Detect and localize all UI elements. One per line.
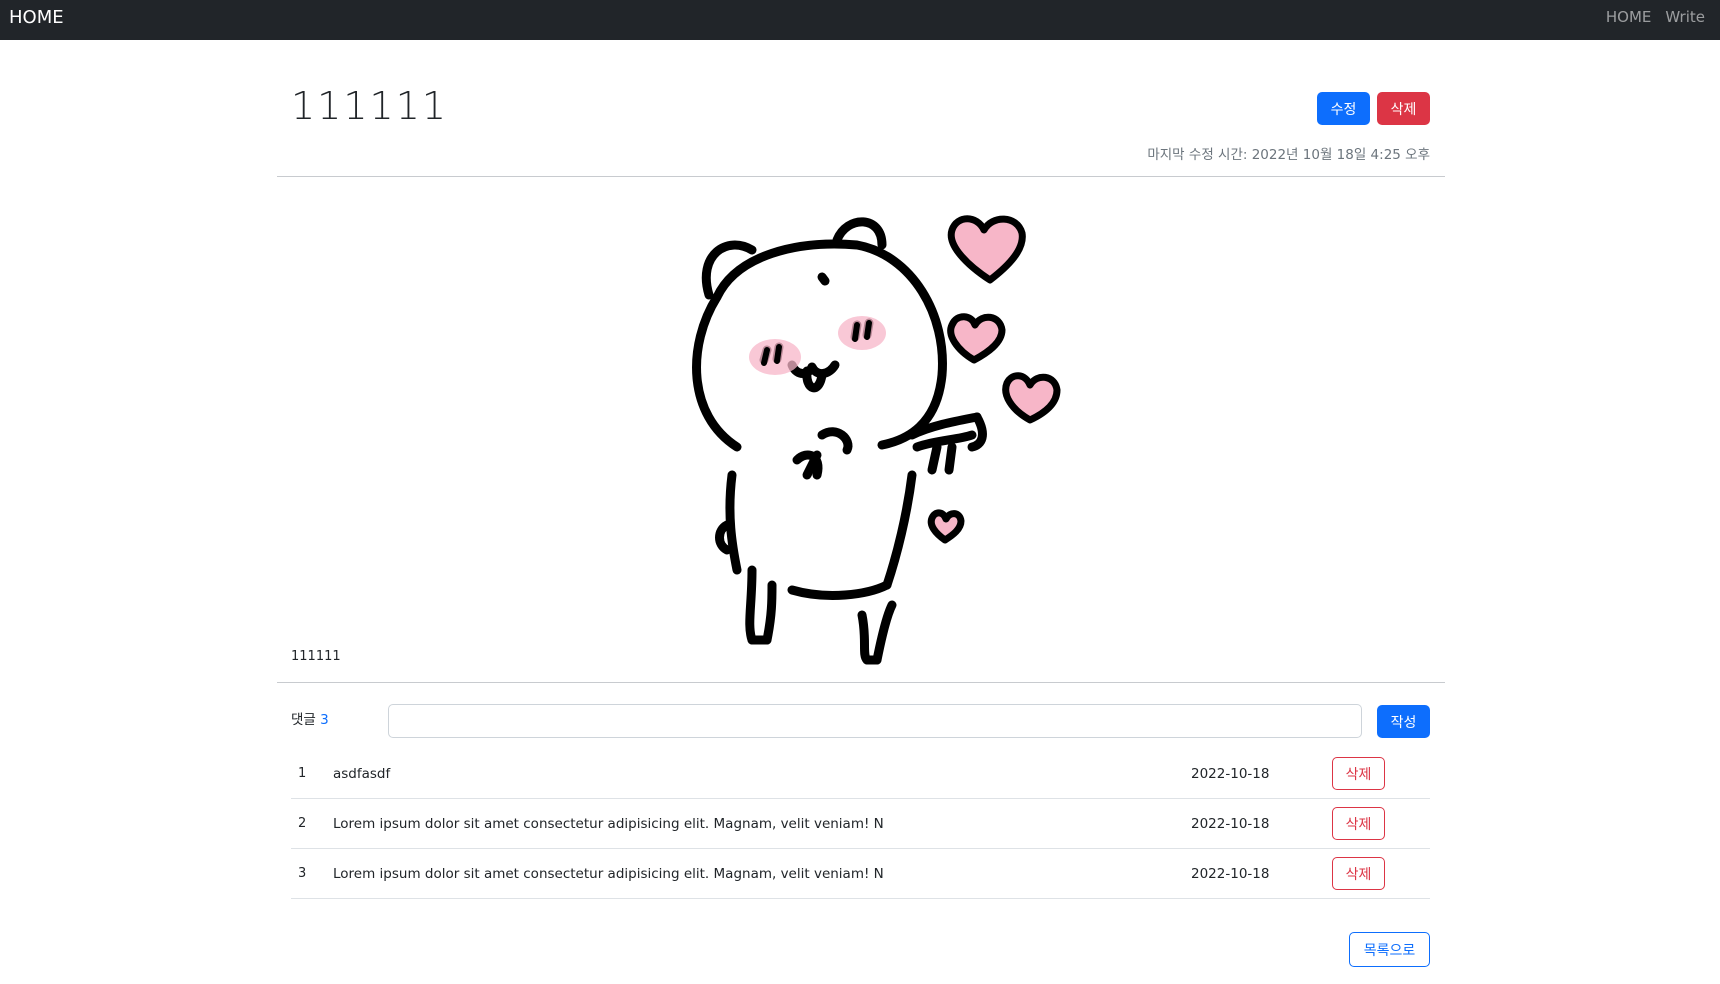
comment-date: 2022-10-18 <box>1191 766 1270 782</box>
heart-4 <box>927 509 965 544</box>
home-brand-link[interactable]: HOME <box>9 7 64 28</box>
comment-text: Lorem ipsum dolor sit amet consectetur a… <box>333 816 884 832</box>
divider <box>277 682 1445 683</box>
bear-hearts-image <box>692 215 1061 665</box>
delete-comment-button[interactable]: 삭제 <box>1332 857 1385 890</box>
comment-text: Lorem ipsum dolor sit amet consectetur a… <box>333 866 884 882</box>
comment-label: 댓글 3 <box>291 708 329 728</box>
comment-count: 3 <box>320 712 329 728</box>
comment-row: 3 Lorem ipsum dolor sit amet consectetur… <box>291 849 1430 899</box>
nav-home-link[interactable]: HOME <box>1606 8 1652 26</box>
submit-comment-button[interactable]: 작성 <box>1377 705 1430 738</box>
heart-1 <box>947 215 1026 284</box>
comment-label-text: 댓글 <box>291 712 316 728</box>
comment-number: 3 <box>298 866 307 881</box>
post-title: 111111 <box>291 84 449 128</box>
comment-number: 2 <box>298 816 307 831</box>
delete-post-button[interactable]: 삭제 <box>1377 92 1430 125</box>
blush-right <box>838 316 886 350</box>
navbar: HOME HOME Write <box>0 0 1720 40</box>
delete-comment-button[interactable]: 삭제 <box>1332 807 1385 840</box>
nav-write-link[interactable]: Write <box>1665 8 1705 26</box>
delete-comment-button[interactable]: 삭제 <box>1332 757 1385 790</box>
edit-button[interactable]: 수정 <box>1317 92 1370 125</box>
divider <box>277 176 1445 177</box>
comment-number: 1 <box>298 766 307 781</box>
comment-date: 2022-10-18 <box>1191 866 1270 882</box>
comment-row: 2 Lorem ipsum dolor sit amet consectetur… <box>291 799 1430 849</box>
heart-3 <box>1002 372 1061 424</box>
comment-row: 1 asdfasdf 2022-10-18 삭제 <box>291 749 1430 799</box>
nav-links: HOME Write <box>1606 8 1705 26</box>
comment-date: 2022-10-18 <box>1191 816 1270 832</box>
last-modified-time: 마지막 수정 시간: 2022년 10월 18일 4:25 오후 <box>1147 147 1430 163</box>
heart-2 <box>947 313 1006 364</box>
back-to-list-button[interactable]: 목록으로 <box>1349 932 1430 967</box>
post-body: 111111 <box>291 649 341 664</box>
post-detail: 111111 수정 삭제 마지막 수정 시간: 2022년 10월 18일 4:… <box>277 40 1445 984</box>
comment-input[interactable] <box>388 704 1362 738</box>
comment-text: asdfasdf <box>333 766 391 782</box>
